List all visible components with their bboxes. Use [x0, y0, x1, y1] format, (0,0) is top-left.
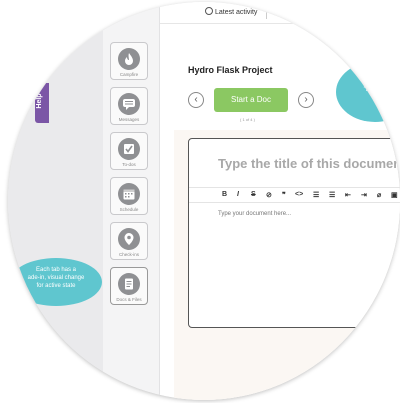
doc-title-input[interactable]: Type the title of this document... [218, 156, 400, 171]
numbered-list-icon[interactable]: ☰ [329, 191, 335, 199]
italic-icon[interactable]: I [237, 191, 239, 198]
annotation-bubble-left: Each tab has a ade-in, visual change for… [10, 258, 102, 306]
project-title: Hydro Flask Project [188, 65, 273, 75]
flame-icon [118, 48, 140, 70]
next-arrow-icon[interactable]: › [298, 92, 314, 108]
tab-checkins[interactable]: Check-ins [110, 222, 148, 260]
link-icon[interactable]: ⊘ [266, 191, 272, 199]
clock-icon [205, 7, 213, 15]
bullet-list-icon[interactable]: ☰ [313, 191, 319, 199]
latest-activity-link[interactable]: Latest activity [205, 7, 257, 16]
document-editor: Type the title of this document... B I S… [188, 138, 400, 328]
tab-campfire[interactable]: Campfire [110, 42, 148, 80]
bold-icon[interactable]: B [222, 191, 227, 198]
pager-indicator: ( 1 of 4 ) [240, 117, 255, 122]
app-viewport: Help Campfire Messages To-dos Schedule C… [8, 2, 400, 400]
outdent-icon[interactable]: ⇤ [345, 191, 351, 199]
start-doc-button[interactable]: Start a Doc [214, 88, 288, 112]
left-pane: Help [8, 2, 103, 400]
location-pin-icon [118, 228, 140, 250]
code-icon[interactable]: <> [295, 191, 303, 198]
main-content: Latest activity Basec... Hydro Flask Pro… [160, 2, 400, 400]
tool-tab-column: Campfire Messages To-dos Schedule Check-… [103, 2, 160, 400]
basecamp-link[interactable]: Basec... [274, 7, 299, 14]
quote-icon[interactable]: ❞ [282, 191, 286, 199]
tab-todos[interactable]: To-dos [110, 132, 148, 170]
checkbox-icon [118, 138, 140, 160]
strikethrough-icon[interactable]: S [251, 191, 256, 198]
chat-bubble-icon [118, 93, 140, 115]
prev-arrow-icon[interactable]: ‹ [188, 92, 204, 108]
attachment-icon[interactable]: ⌀ [377, 191, 381, 199]
calendar-icon [118, 183, 140, 205]
document-icon [118, 273, 140, 295]
image-icon[interactable]: ▣ [391, 191, 398, 199]
tab-schedule[interactable]: Schedule [110, 177, 148, 215]
editor-area: Type the title of this document... B I S… [174, 130, 400, 400]
tab-docs-files[interactable]: Docs & Files [110, 267, 148, 305]
topbar-divider [266, 6, 267, 19]
top-bar: Latest activity Basec... [160, 2, 400, 24]
formatting-toolbar: B I S ⊘ ❞ <> ☰ ☰ ⇤ ⇥ ⌀ ▣ [189, 187, 400, 203]
tab-messages[interactable]: Messages [110, 87, 148, 125]
doc-body-input[interactable]: Type your document here... [218, 211, 291, 217]
indent-icon[interactable]: ⇥ [361, 191, 367, 199]
help-tab[interactable]: Help [35, 83, 49, 123]
